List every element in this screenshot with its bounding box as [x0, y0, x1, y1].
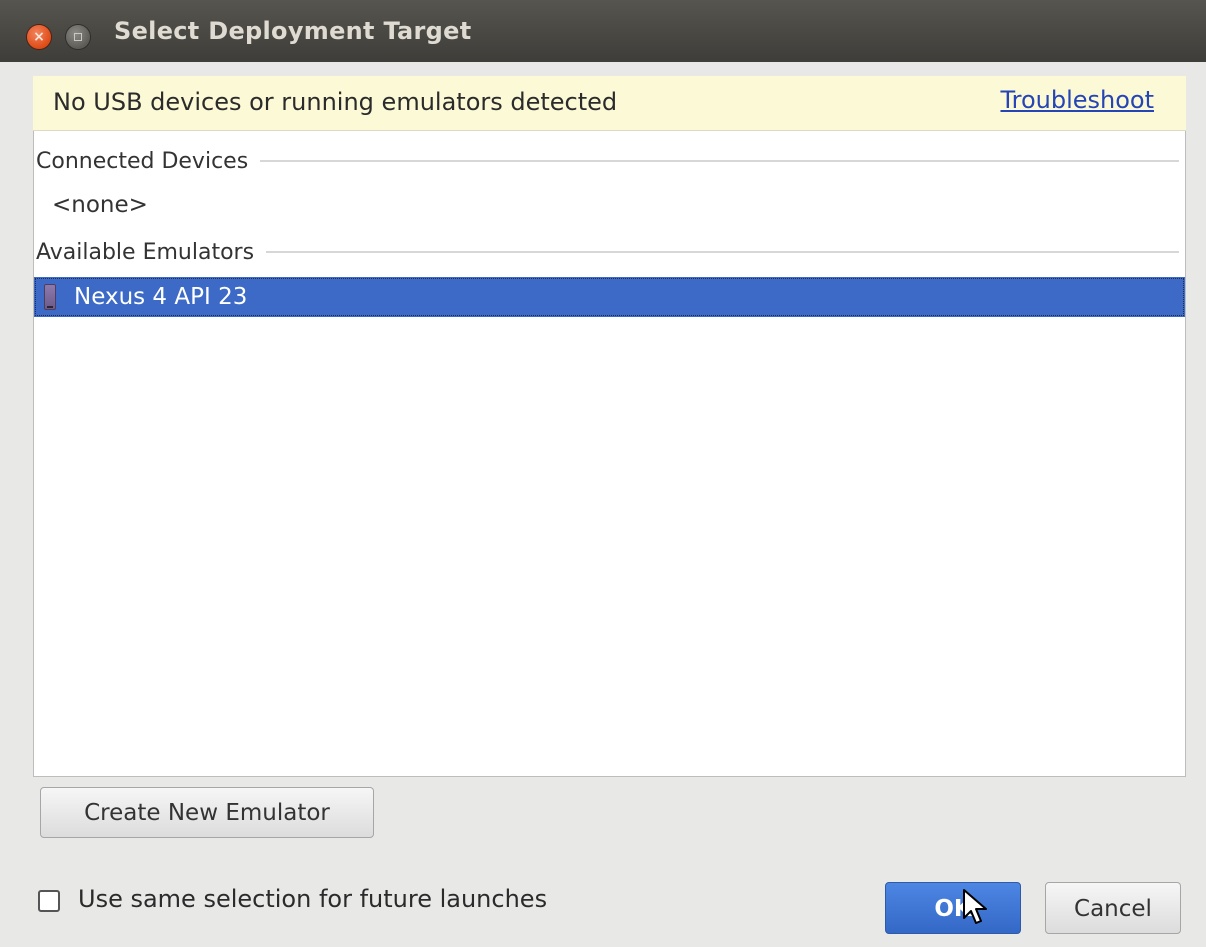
- emulator-row-nexus-4[interactable]: Nexus 4 API 23: [34, 277, 1185, 317]
- same-selection-label: Use same selection for future launches: [78, 885, 548, 913]
- device-list[interactable]: Connected Devices <none> Available Emula…: [33, 131, 1186, 777]
- emulator-label: Nexus 4 API 23: [74, 284, 248, 310]
- cancel-button[interactable]: Cancel: [1045, 882, 1181, 934]
- create-new-emulator-button[interactable]: Create New Emulator: [40, 787, 374, 838]
- close-icon[interactable]: ×: [27, 25, 51, 49]
- mouse-cursor-icon: [963, 889, 987, 924]
- connected-devices-header: Connected Devices: [36, 146, 1179, 176]
- section-divider: [260, 160, 1179, 162]
- window-title: Select Deployment Target: [114, 17, 472, 45]
- banner-message: No USB devices or running emulators dete…: [53, 88, 618, 116]
- warning-banner: No USB devices or running emulators dete…: [33, 76, 1186, 131]
- phone-icon: [44, 284, 56, 310]
- ok-button[interactable]: OK: [885, 882, 1021, 934]
- available-emulators-label: Available Emulators: [36, 239, 255, 265]
- no-devices-text: <none>: [52, 192, 148, 218]
- available-emulators-header: Available Emulators: [36, 237, 1179, 267]
- section-divider: [266, 251, 1179, 253]
- title-bar: × Select Deployment Target: [0, 0, 1206, 62]
- same-selection-checkbox[interactable]: [38, 890, 60, 912]
- troubleshoot-link[interactable]: Troubleshoot: [1000, 86, 1154, 114]
- connected-devices-label: Connected Devices: [36, 148, 249, 174]
- maximize-icon[interactable]: [66, 25, 90, 49]
